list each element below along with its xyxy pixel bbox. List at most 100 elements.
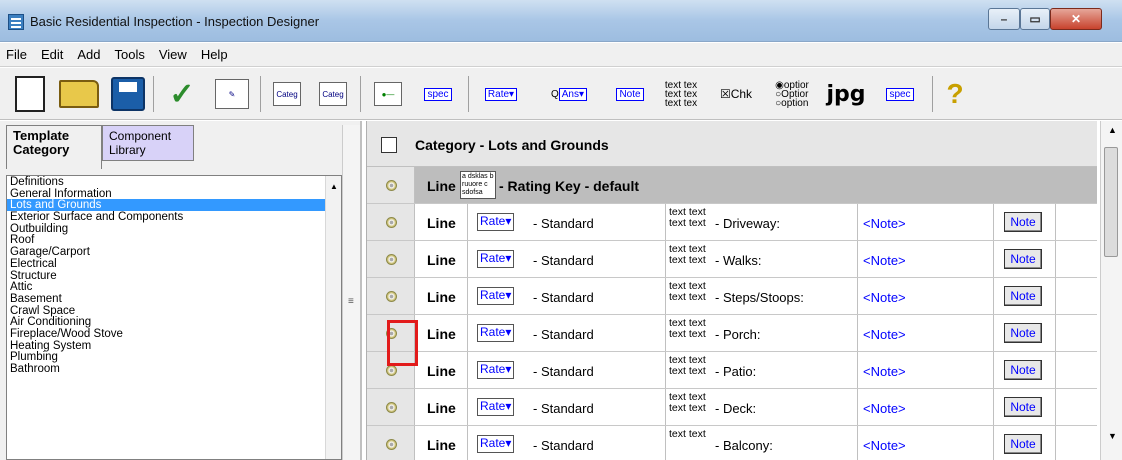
rate-dropdown[interactable]: Rate▾	[477, 324, 515, 342]
item-name[interactable]: - Walks:	[715, 253, 761, 268]
note-link[interactable]: <Note>	[863, 290, 906, 305]
note-button[interactable]: Note	[1004, 397, 1042, 417]
line-bullet-icon[interactable]	[386, 365, 397, 376]
category-list-item[interactable]: Definitions	[7, 176, 341, 188]
menu-view[interactable]: View	[159, 47, 187, 62]
open-folder-button[interactable]	[56, 74, 102, 114]
check-list-button[interactable]: ✓	[160, 74, 204, 114]
note-button[interactable]: Note	[1004, 212, 1042, 232]
category-list-item[interactable]: Roof	[7, 234, 341, 247]
category-list-item[interactable]: General Information	[7, 188, 341, 200]
right-panel-scrollbar[interactable]: ▲ ▼	[1100, 121, 1122, 460]
category-list-item[interactable]: Bathroom	[7, 363, 341, 375]
line-bullet-icon[interactable]	[386, 254, 397, 265]
note-link[interactable]: <Note>	[863, 364, 906, 379]
add-spec-button[interactable]: spec	[414, 74, 462, 114]
help-button[interactable]: ?	[938, 74, 972, 114]
save-button[interactable]	[108, 74, 148, 114]
menu-tools[interactable]: Tools	[115, 47, 145, 62]
note-link[interactable]: <Note>	[863, 438, 906, 453]
tab-template-category[interactable]: Template Category	[6, 125, 102, 169]
rate-dropdown[interactable]: Rate▾	[477, 213, 515, 231]
note-button[interactable]: Note	[1004, 323, 1042, 343]
add-note-button[interactable]: Note	[608, 74, 652, 114]
category-list-scrollbar[interactable]: ▲	[325, 176, 341, 459]
item-name[interactable]: - Steps/Stoops:	[715, 290, 804, 305]
menu-add[interactable]: Add	[77, 47, 100, 62]
line-row[interactable]: Line Rate▾ - Standard text text text text - D…	[367, 204, 1097, 241]
signature-button[interactable]: ✎	[210, 74, 254, 114]
rate-dropdown[interactable]: Rate▾	[477, 287, 515, 305]
note-button[interactable]: Note	[1004, 249, 1042, 269]
line-row[interactable]: Line Rate▾ - Standard text text text text - P…	[367, 352, 1097, 389]
scroll-down-icon[interactable]: ▼	[1108, 431, 1117, 441]
category-list-item[interactable]: Fireplace/Wood Stove	[7, 328, 341, 340]
item-name[interactable]: - Patio:	[715, 364, 756, 379]
menu-edit[interactable]: Edit	[41, 47, 63, 62]
add-spec-alt-button[interactable]: spec	[876, 74, 924, 114]
note-button[interactable]: Note	[1004, 286, 1042, 306]
add-rate-button[interactable]: Rate▾	[474, 74, 528, 114]
rate-dropdown[interactable]: Rate▾	[477, 250, 515, 268]
minimize-button[interactable]: –	[988, 8, 1020, 30]
add-category-button[interactable]: Categ	[266, 74, 308, 114]
splitter-handle[interactable]: ≡	[348, 296, 354, 307]
category-list-item[interactable]: Crawl Space	[7, 305, 341, 317]
category-list-item[interactable]: Structure	[7, 270, 341, 282]
note-link[interactable]: <Note>	[863, 327, 906, 342]
new-document-button[interactable]	[10, 74, 50, 114]
line-row[interactable]: Line Rate▾ - Standard text text text text - D…	[367, 389, 1097, 426]
category-list-item[interactable]: Basement	[7, 293, 341, 305]
item-name[interactable]: - Driveway:	[715, 216, 780, 231]
line-bullet-icon[interactable]	[386, 291, 397, 302]
category-list-item[interactable]: Exterior Surface and Components	[7, 211, 341, 223]
note-button[interactable]: Note	[1004, 360, 1042, 380]
menu-help[interactable]: Help	[201, 47, 228, 62]
item-name[interactable]: - Deck:	[715, 401, 756, 416]
item-name[interactable]: - Balcony:	[715, 438, 773, 453]
scroll-up-icon[interactable]: ▲	[330, 182, 338, 191]
line-row[interactable]: Line Rate▾ - Standard text text text text - P…	[367, 315, 1097, 352]
left-panel-scrollbar[interactable]	[342, 125, 360, 460]
add-line-button[interactable]: ●—	[366, 74, 410, 114]
category-list-item[interactable]: Electrical	[7, 258, 341, 270]
category-list-item[interactable]: Lots and Grounds	[7, 199, 341, 211]
note-link[interactable]: <Note>	[863, 401, 906, 416]
cell-divider	[665, 241, 666, 277]
add-text-button[interactable]: text tex text tex text tex	[656, 74, 706, 114]
scroll-up-icon[interactable]: ▲	[1108, 125, 1117, 135]
line-bullet-icon[interactable]	[386, 402, 397, 413]
note-link[interactable]: <Note>	[863, 253, 906, 268]
add-checkbox-button[interactable]: ☒Chk	[708, 74, 764, 114]
rating-key-row[interactable]: Line a dsklas b ruuore c sdofsa - Rating…	[367, 167, 1097, 204]
add-question-answer-button[interactable]: Q Ans▾	[534, 74, 604, 114]
category-list-item[interactable]: Plumbing	[7, 351, 341, 363]
close-button[interactable]: ✕	[1050, 8, 1102, 30]
rate-dropdown[interactable]: Rate▾	[477, 435, 515, 453]
category-list-item[interactable]: Garage/Carport	[7, 246, 341, 258]
category-list-item[interactable]: Attic	[7, 281, 341, 293]
note-link[interactable]: <Note>	[863, 216, 906, 231]
maximize-button[interactable]: ▭	[1020, 8, 1050, 30]
note-button[interactable]: Note	[1004, 434, 1042, 454]
scroll-thumb[interactable]	[1104, 147, 1118, 257]
line-row[interactable]: Line Rate▾ - Standard text text - Balcony: <N…	[367, 426, 1097, 460]
line-bullet-icon[interactable]	[386, 217, 397, 228]
add-option-button[interactable]: ◉optior ○Optior ○option	[766, 74, 818, 114]
line-bullet-icon[interactable]	[386, 439, 397, 450]
line-bullet-icon[interactable]	[386, 180, 397, 191]
line-row[interactable]: Line Rate▾ - Standard text text text text - W…	[367, 241, 1097, 278]
add-image-button[interactable]: jpg	[820, 74, 872, 114]
menu-file[interactable]: File	[6, 47, 27, 62]
tab-component-library[interactable]: Component Library	[102, 125, 194, 161]
category-list-item[interactable]: Heating System	[7, 340, 341, 352]
item-name[interactable]: - Porch:	[715, 327, 761, 342]
toolbar-separator	[468, 76, 469, 112]
rate-dropdown[interactable]: Rate▾	[477, 361, 515, 379]
rate-dropdown[interactable]: Rate▾	[477, 398, 515, 416]
category-list-item[interactable]: Air Conditioning	[7, 316, 341, 328]
line-row[interactable]: Line Rate▾ - Standard text text text text - S…	[367, 278, 1097, 315]
line-label: Line	[427, 437, 456, 453]
category-list-item[interactable]: Outbuilding	[7, 223, 341, 235]
add-category-above-button[interactable]: Categ	[312, 74, 354, 114]
